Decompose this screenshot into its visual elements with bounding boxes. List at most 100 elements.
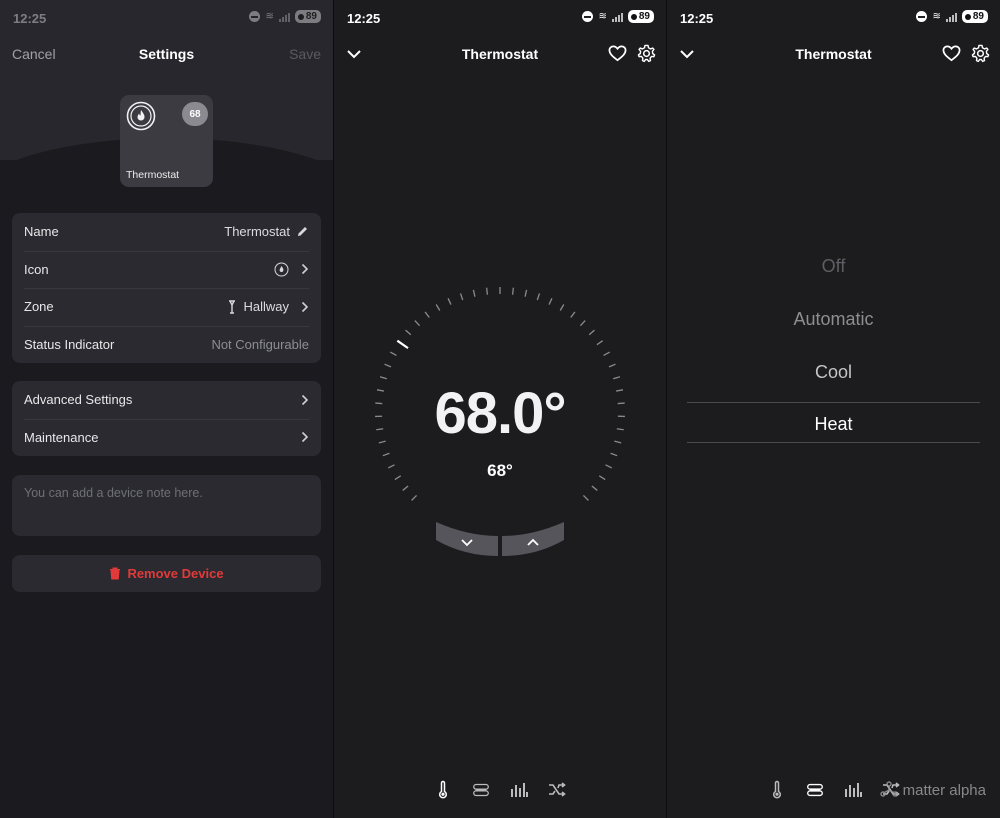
lamp-icon: [229, 300, 236, 314]
tile-label: Thermostat: [126, 169, 180, 181]
dial-tick: [405, 329, 412, 336]
status-bar: 12:25 ≋ 89: [334, 0, 666, 36]
dial-indicator: [396, 339, 409, 350]
thermometer-icon: [439, 780, 447, 799]
matter-logo-icon: [879, 781, 898, 797]
dial-tick: [582, 494, 589, 501]
device-note-field[interactable]: You can add a device note here.: [12, 475, 321, 536]
setpoint-controls: [436, 522, 564, 556]
signal-icon: [945, 12, 957, 22]
dial-tick: [548, 298, 553, 305]
battery-icon: 89: [294, 10, 321, 23]
heart-icon[interactable]: [608, 44, 627, 63]
tab-history[interactable]: [843, 780, 863, 800]
hvac-mode-icon: [806, 783, 823, 797]
dnd-icon: [582, 11, 594, 22]
battery-icon: 89: [961, 10, 988, 23]
dial-tick: [384, 363, 392, 368]
chevron-right-icon: [301, 394, 309, 405]
decrease-button[interactable]: [436, 522, 498, 556]
thermostat-icon: [274, 262, 289, 277]
chevron-right-icon: [301, 432, 309, 443]
settings-screen: 12:25 ≋ 89 Cancel Settings Save 68 Therm…: [0, 0, 333, 818]
dnd-icon: [249, 11, 261, 22]
signal-icon: [278, 12, 290, 22]
tab-mode[interactable]: [805, 780, 825, 800]
name-value: Thermostat: [224, 224, 290, 240]
battery-level: 89: [638, 11, 650, 22]
dial-tick: [603, 351, 611, 357]
mode-option-off[interactable]: Off: [667, 256, 1000, 277]
dial-tick: [435, 304, 441, 311]
status-time: 12:25: [347, 11, 381, 26]
row-label: Advanced Settings: [24, 392, 133, 408]
dial-tick: [559, 304, 565, 311]
dial-tick: [447, 298, 452, 305]
advanced-card: Advanced Settings Maintenance: [12, 381, 321, 456]
tab-history[interactable]: [509, 780, 529, 800]
remove-device-button[interactable]: Remove Device: [12, 555, 321, 592]
device-tile[interactable]: 68 Thermostat: [120, 95, 213, 187]
selection-line-top: [687, 402, 980, 403]
dial-tick: [570, 311, 576, 318]
dial-tick: [588, 329, 595, 336]
tab-automations[interactable]: [547, 780, 567, 800]
mode-nav-bar: Thermostat: [667, 36, 1000, 72]
row-label: Maintenance: [24, 429, 99, 445]
icon-row[interactable]: Icon: [12, 250, 321, 289]
chevron-right-icon: [301, 301, 309, 312]
zone-row[interactable]: Zone Hallway: [12, 288, 321, 326]
dial-tick: [472, 289, 476, 297]
bar-chart-icon: [844, 783, 862, 797]
chevron-right-icon: [301, 264, 309, 275]
mode-picker-screen: 12:25 ≋ 89 Thermostat Off Automatic Cool…: [667, 0, 1000, 818]
dial-tick: [382, 452, 390, 457]
mode-option-automatic[interactable]: Automatic: [667, 309, 1000, 330]
hvac-mode-icon: [473, 783, 489, 797]
tab-temperature[interactable]: [767, 780, 787, 800]
status-time: 12:25: [680, 11, 714, 26]
tab-mode[interactable]: [471, 780, 491, 800]
zone-value: Hallway: [243, 299, 289, 315]
dial-tick: [379, 376, 387, 380]
dial-tick: [536, 293, 541, 301]
watermark-text: matter alpha: [902, 781, 986, 799]
maintenance-row[interactable]: Maintenance: [12, 418, 321, 457]
dial-tick: [389, 351, 397, 357]
shuffle-icon: [549, 782, 566, 797]
gear-icon[interactable]: [971, 44, 990, 63]
mode-option-heat[interactable]: Heat: [667, 414, 1000, 435]
settings-nav-bar: Cancel Settings Save: [0, 36, 333, 72]
status-bar: 12:25 ≋ 89: [667, 0, 1000, 36]
thermostat-nav-bar: Thermostat: [334, 36, 666, 72]
status-indicator-row: Status Indicator Not Configurable: [12, 325, 321, 364]
bar-chart-icon: [511, 783, 528, 797]
remove-device-label: Remove Device: [127, 566, 224, 581]
dial-tick: [414, 320, 421, 327]
dial-tick: [459, 293, 464, 301]
selection-line-bottom: [687, 442, 980, 443]
wifi-icon: ≋: [265, 11, 274, 22]
battery-level: 89: [972, 11, 984, 22]
heart-icon[interactable]: [942, 44, 961, 63]
dial-tick: [411, 494, 418, 501]
bottom-tab-bar: [334, 780, 666, 800]
gear-icon[interactable]: [637, 44, 656, 63]
advanced-settings-row[interactable]: Advanced Settings: [12, 381, 321, 419]
dial-tick: [485, 287, 489, 295]
tab-temperature[interactable]: [433, 780, 453, 800]
mode-option-cool[interactable]: Cool: [667, 362, 1000, 383]
watermark: matter alpha: [879, 780, 986, 800]
battery-icon: 89: [627, 10, 654, 23]
dial-tick: [610, 452, 618, 457]
dial-tick: [613, 376, 621, 380]
row-label: Icon: [24, 261, 49, 277]
save-button[interactable]: Save: [289, 46, 321, 62]
trash-icon: [110, 567, 121, 580]
row-label: Status Indicator: [24, 336, 115, 352]
dnd-icon: [916, 11, 928, 22]
current-temperature: 68.0°: [434, 381, 566, 446]
dial-tick: [511, 287, 515, 295]
name-row[interactable]: Name Thermostat: [12, 213, 321, 251]
wifi-icon: ≋: [932, 11, 941, 22]
